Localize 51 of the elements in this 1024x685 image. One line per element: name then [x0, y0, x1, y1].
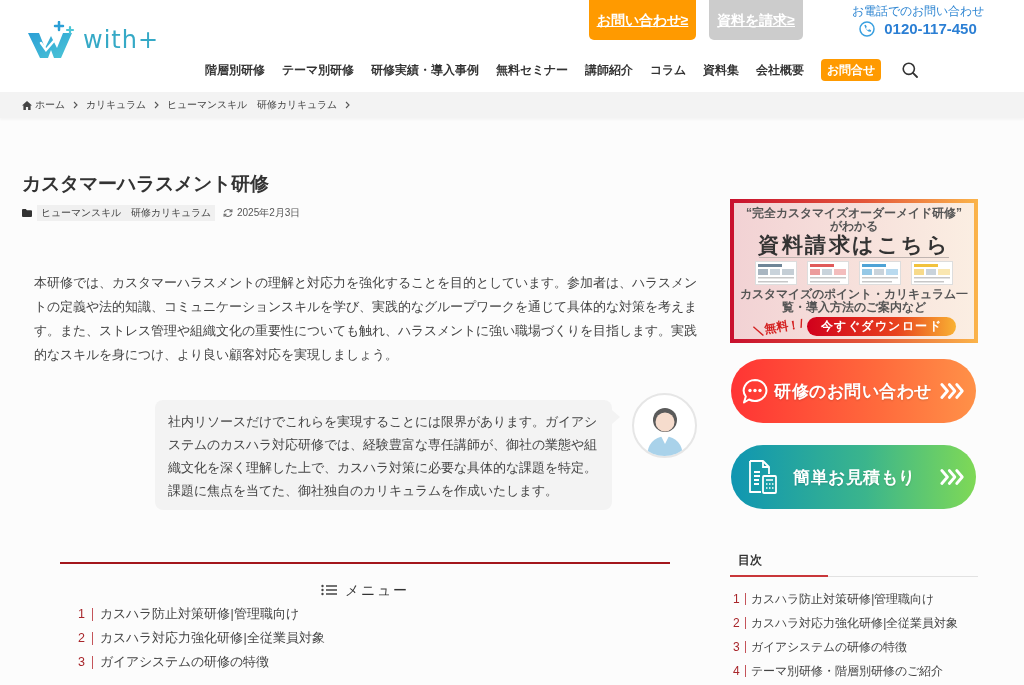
- nav-link[interactable]: コラム: [650, 62, 686, 78]
- banner-subtitle: “完全カスタマイズオーダーメイド研修” がわかる: [745, 207, 963, 233]
- document-preview-drawing: [755, 261, 797, 285]
- home-icon: [22, 100, 32, 110]
- category-tag[interactable]: ヒューマンスキル 研修カリキュラム: [37, 205, 215, 221]
- banner-title: 資料請求はこちら: [758, 233, 950, 256]
- chevron-icon: [73, 101, 78, 109]
- nav-link[interactable]: 会社概要: [756, 62, 804, 78]
- toc-link[interactable]: 2 カスハラ対応力強化研修|全従業員対象: [733, 611, 959, 635]
- refresh-icon: [223, 208, 233, 218]
- toc-link[interactable]: 1 カスハラ防止対策研修|管理職向け: [733, 587, 935, 611]
- toc-link[interactable]: 2 カスハラ対応力強化研修|全従業員対象: [78, 626, 325, 650]
- chevrons-icon: [940, 467, 966, 487]
- nav-link[interactable]: 研修実績・導入事例: [371, 62, 479, 78]
- intro-paragraph: 本研修では、カスタマーハラスメントの理解と対応力を強化することを目的としています。参加者は、ハラスメントの定義や法的知識、コミュニケーションスキルを学び、実践的なグループワークを通じて具体的な対策を考えます。また、ストレス管理や組織文化の重要性についても触れ、ハラスメントに強い職場づくりを目指します。実践的なスキルを身につけ、より良い顧客対応を実現しましょう。: [34, 275, 698, 364]
- breadcrumb-link[interactable]: カリキュラム: [86, 99, 146, 111]
- toc-heading: 目次: [737, 552, 762, 568]
- breadcrumb-link[interactable]: ホーム: [22, 99, 65, 111]
- nav-link[interactable]: 階層別研修: [205, 62, 265, 78]
- phone-caption: お電話でのお問い合わせ: [852, 4, 984, 18]
- speech-bubble: 社内リソースだけでこれらを実現することには限界があります。ガイアシステムのカスハラ対応研修では、経験豊富な専任講師が、御社の業態や組織文化を深く理解した上で、カスハラ対策に必要な具体的な課題を特定。課題に焦点を当てた、御社独自のカリキュラムを作成いたします。: [155, 400, 620, 510]
- list-icon: [321, 584, 337, 596]
- chat-icon: [741, 378, 769, 404]
- banner-caption: カスタマイズのポイント・カリキュラム一覧・導入方法のご案内など: [739, 288, 969, 314]
- download-banner[interactable]: “完全カスタマイズオーダーメイド研修” がわかる 資料請求はこちら カスタマイズのポイント・カリキュラム一覧・導入方法のご案内など ＼無料！/ 今すぐダウンロード: [730, 199, 978, 343]
- document-preview-drawing: [807, 261, 849, 285]
- phone-number[interactable]: 0120-117-450: [884, 20, 977, 38]
- logo-icon[interactable]: [28, 21, 76, 59]
- nav-link[interactable]: 資料集: [703, 62, 739, 78]
- toc-title: メニュー: [345, 581, 409, 600]
- updated-date: 2025年2月3日: [237, 207, 301, 219]
- chevron-icon: [154, 101, 159, 109]
- breadcrumb-link[interactable]: ヒューマンスキル 研修カリキュラム: [167, 99, 337, 111]
- document-calculator-icon: [748, 460, 778, 494]
- toc-link[interactable]: 3 ガイアシステムの研修の特徴: [733, 635, 908, 659]
- free-label: ＼無料！/: [750, 316, 804, 337]
- download-button[interactable]: 今すぐダウンロード: [806, 317, 957, 336]
- toc-link[interactable]: 1 カスハラ防止対策研修|管理職向け: [78, 602, 299, 626]
- chevrons-icon: [940, 381, 966, 401]
- folder-icon: [22, 209, 32, 217]
- nav-link[interactable]: 講師紹介: [585, 62, 633, 78]
- nav-link[interactable]: 無料セミナー: [496, 62, 568, 78]
- search-icon[interactable]: [902, 62, 918, 78]
- document-preview-drawing: [859, 261, 901, 285]
- chevron-icon: [345, 101, 350, 109]
- phone-icon: [859, 21, 876, 37]
- toc-link[interactable]: 4 テーマ別研修・階層別研修のご紹介: [733, 659, 944, 683]
- toc-link[interactable]: 3 ガイアシステムの研修の特徴: [78, 650, 270, 674]
- document-preview-drawing: [911, 261, 953, 285]
- article-title: カスタマーハラスメント研修: [22, 172, 270, 196]
- nav-link[interactable]: テーマ別研修: [282, 62, 354, 78]
